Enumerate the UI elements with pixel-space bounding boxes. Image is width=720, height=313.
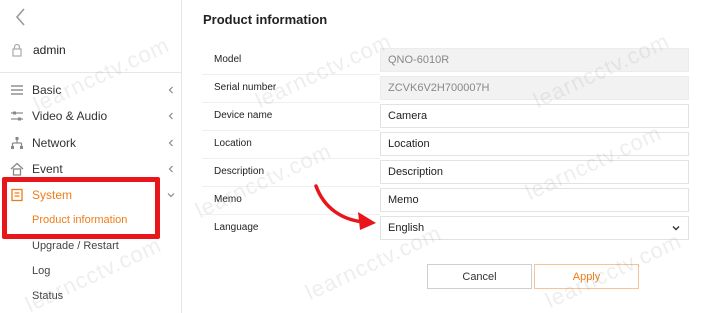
field-label: Location (214, 138, 252, 149)
apply-button[interactable]: Apply (534, 264, 639, 289)
field-row-device-name: Device name Camera (202, 104, 689, 130)
field-row-memo: Memo Memo (202, 188, 689, 214)
language-select[interactable]: English (380, 216, 689, 240)
network-icon (11, 137, 23, 149)
username: admin (33, 43, 66, 57)
cancel-button[interactable]: Cancel (427, 264, 532, 289)
sidebar-item-basic[interactable]: Basic (10, 81, 176, 99)
field-label: Device name (214, 110, 273, 121)
field-row-serial-number: Serial number ZCVK6V2H700007H (202, 76, 689, 102)
row-divider (202, 102, 380, 103)
chevron-left-icon (168, 86, 173, 94)
list-icon (11, 85, 23, 95)
sidebar-subitem-log[interactable]: Log (32, 265, 50, 277)
sidebar-subitem-status[interactable]: Status (32, 290, 63, 302)
system-icon (11, 188, 23, 202)
field-label: Model (214, 54, 242, 65)
sidebar-item-label: Event (32, 162, 63, 176)
sidebar-item-video-audio[interactable]: Video & Audio (10, 107, 176, 125)
field-row-description: Description Description (202, 160, 689, 186)
chevron-left-icon (168, 139, 173, 147)
row-divider (202, 74, 380, 75)
field-label: Memo (214, 194, 242, 205)
model-field: QNO-6010R (380, 48, 689, 72)
chevron-left-icon (168, 112, 173, 120)
sidebar-item-label: Basic (32, 83, 62, 97)
serial-number-field: ZCVK6V2H700007H (380, 76, 689, 100)
sidebar-item-system[interactable]: System (10, 186, 176, 204)
sidebar-divider (0, 72, 182, 73)
row-divider (202, 130, 380, 131)
memo-input[interactable]: Memo (380, 188, 689, 212)
page-title: Product information (203, 12, 328, 27)
field-row-location: Location Location (202, 132, 689, 158)
chevron-down-icon (167, 193, 175, 198)
sidebar-item-event[interactable]: Event (10, 160, 176, 178)
sidebar-subitem-upgrade-restart[interactable]: Upgrade / Restart (32, 240, 119, 252)
field-label: Description (214, 166, 265, 177)
row-divider (202, 158, 380, 159)
sidebar-item-label: Network (32, 136, 77, 150)
language-select-value: English (388, 222, 425, 234)
field-label: Serial number (214, 82, 277, 93)
user-info: admin (10, 41, 66, 59)
lock-icon (12, 43, 22, 57)
back-arrow-icon[interactable] (12, 6, 30, 28)
chevron-left-icon (168, 165, 173, 173)
house-icon (10, 162, 24, 176)
sidebar-item-label: Video & Audio (32, 109, 108, 123)
field-row-model: Model QNO-6010R (202, 48, 689, 74)
sidebar-subitem-product-information[interactable]: Product information (32, 214, 127, 226)
sidebar-item-label: System (32, 188, 73, 202)
location-input[interactable]: Location (380, 132, 689, 156)
field-row-language: Language English (202, 216, 689, 242)
sidebar-item-network[interactable]: Network (10, 134, 176, 152)
sidebar: admin Basic Video & Audio Network Event … (0, 0, 182, 313)
sliders-icon (11, 111, 23, 121)
device-name-input[interactable]: Camera (380, 104, 689, 128)
field-label: Language (214, 222, 259, 233)
row-divider (202, 186, 380, 187)
row-divider (202, 214, 380, 215)
chevron-down-icon (672, 226, 680, 231)
description-input[interactable]: Description (380, 160, 689, 184)
